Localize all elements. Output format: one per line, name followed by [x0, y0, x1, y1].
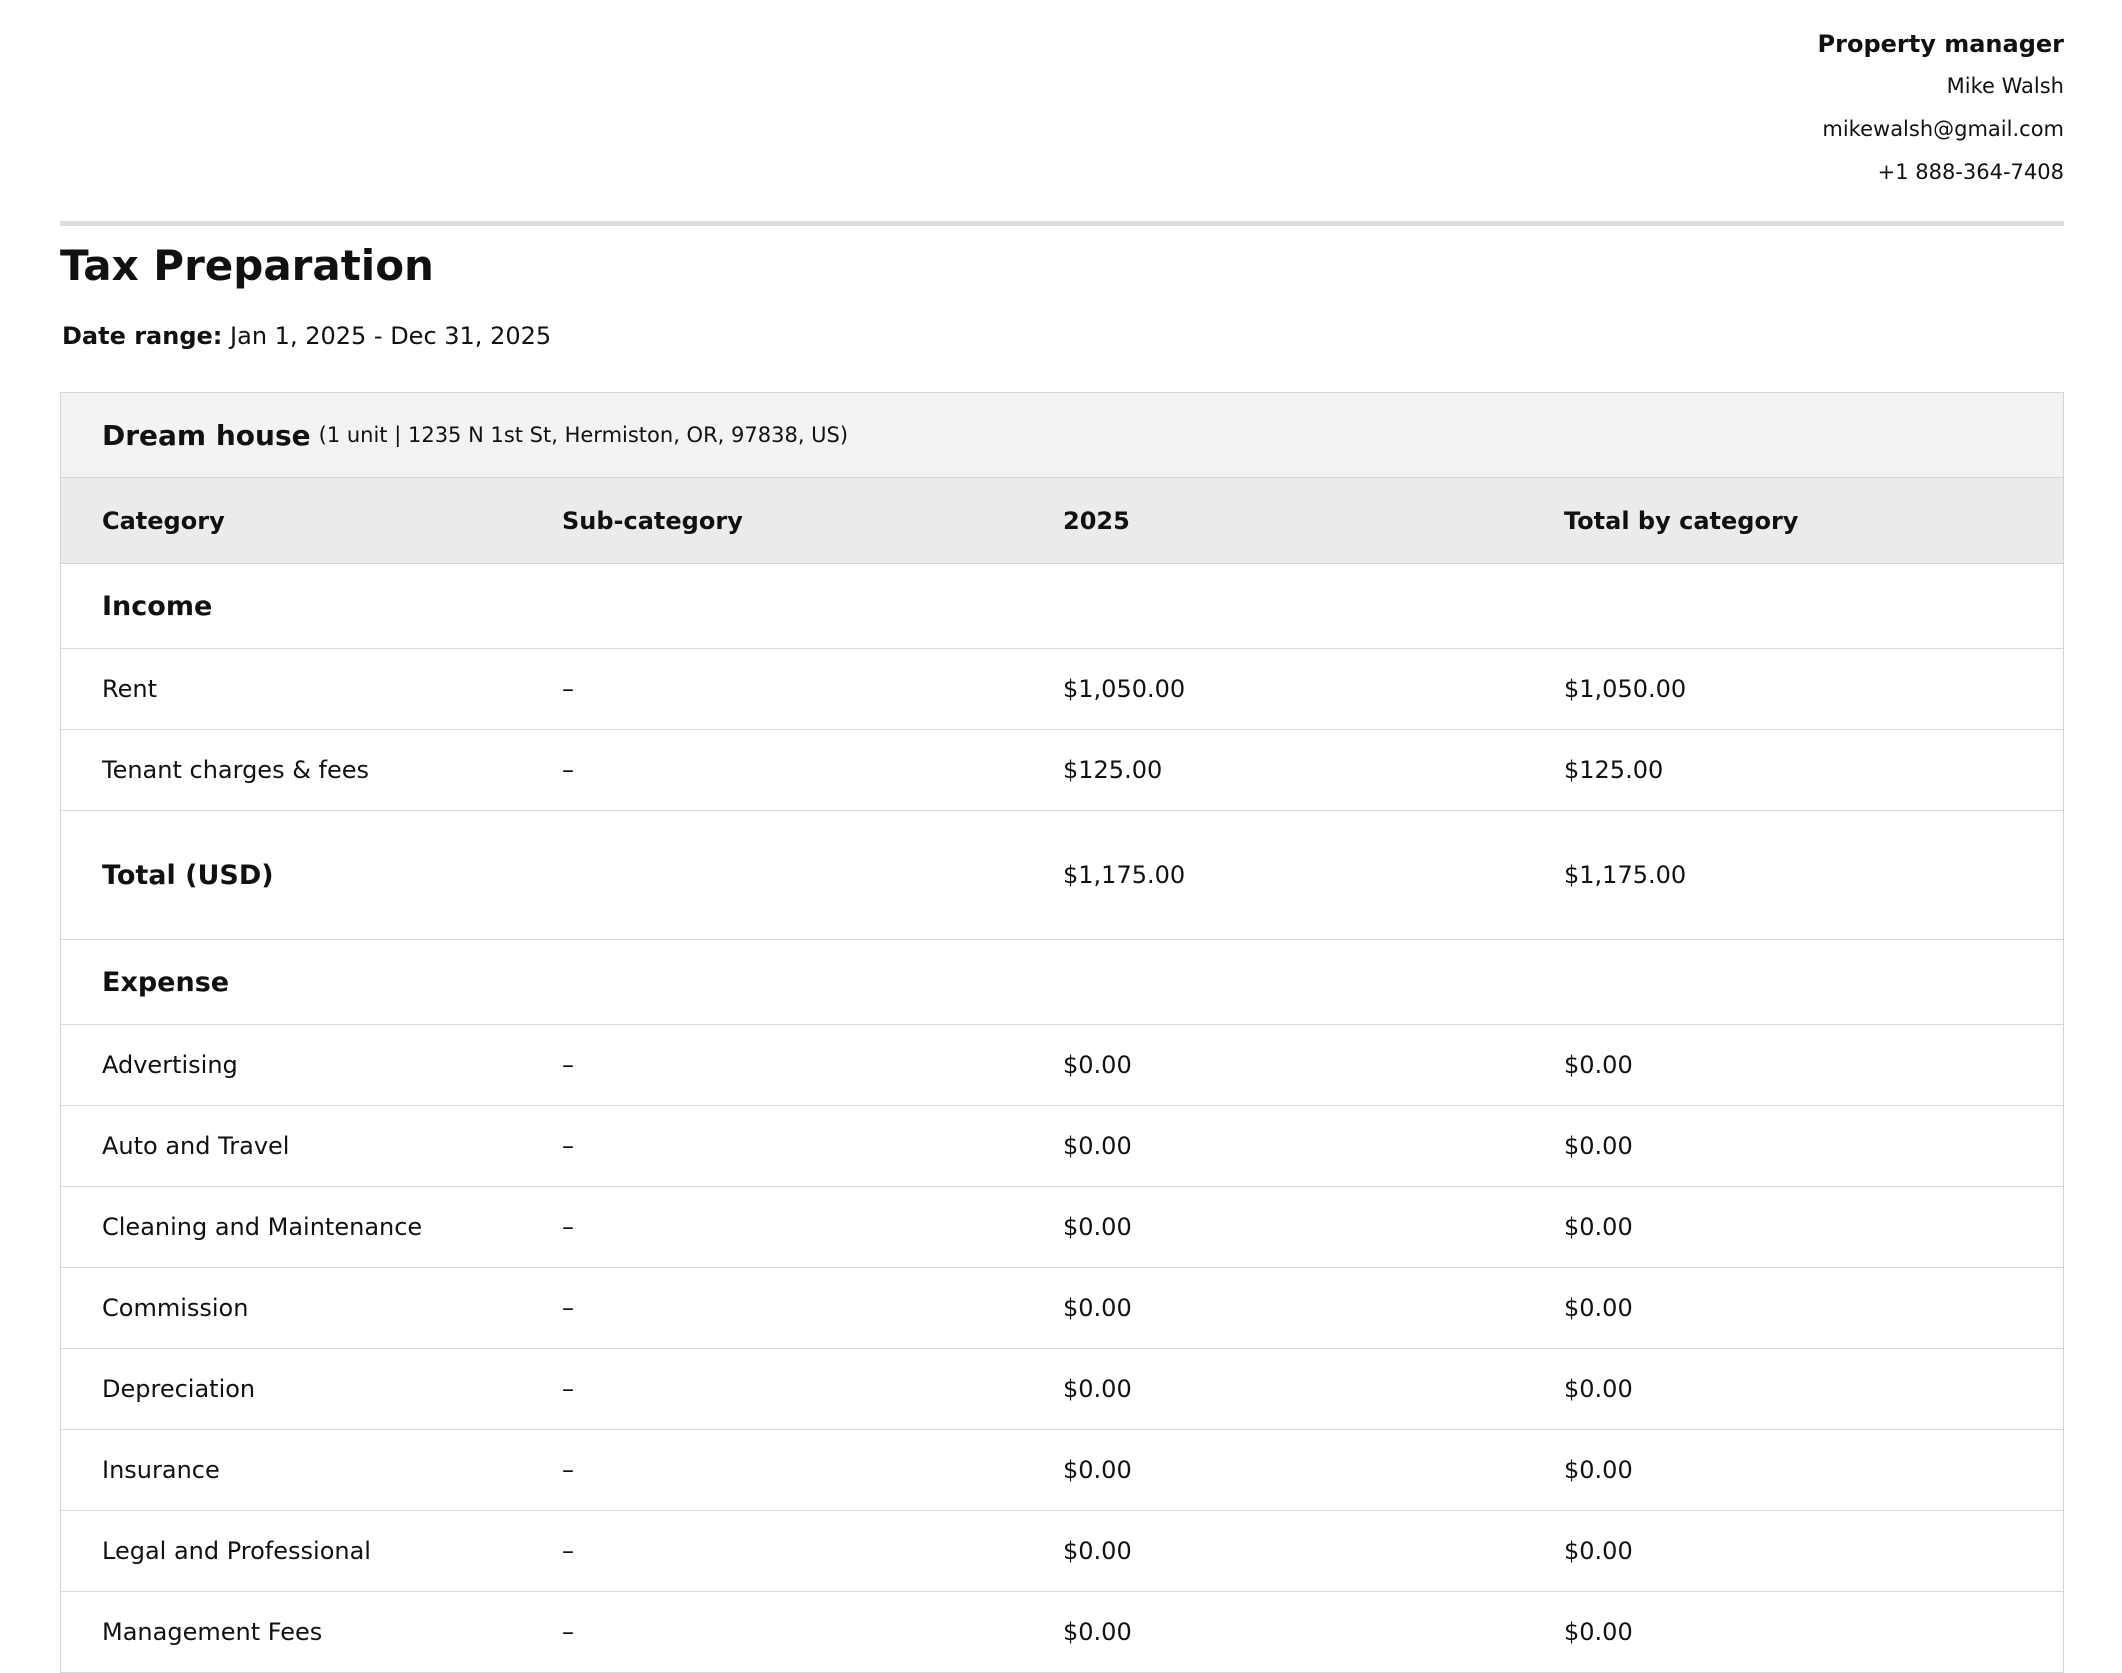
total-year-amount: $1,175.00: [1063, 861, 1186, 889]
cell-category: Insurance: [102, 1456, 220, 1484]
page-title: Tax Preparation: [60, 241, 434, 290]
cell-category: Advertising: [102, 1051, 238, 1079]
cell-total-amount: $0.00: [1564, 1213, 1633, 1241]
cell-total-amount: $1,050.00: [1564, 675, 1687, 703]
cell-sub-category: –: [562, 1132, 574, 1160]
property-details: (1 unit | 1235 N 1st St, Hermiston, OR, …: [318, 423, 849, 447]
table-row: Advertising – $0.00 $0.00: [61, 1025, 2063, 1106]
cell-sub-category: –: [562, 675, 574, 703]
cell-category: Tenant charges & fees: [102, 756, 370, 784]
cell-sub-category: –: [562, 756, 574, 784]
cell-total-amount: $0.00: [1564, 1051, 1633, 1079]
cell-category: Rent: [102, 675, 157, 703]
cell-year-amount: $0.00: [1063, 1213, 1132, 1241]
column-header-category: Category: [102, 506, 225, 535]
column-header-year: 2025: [1063, 506, 1130, 535]
table-header-row: Category Sub-category 2025 Total by cate…: [61, 478, 2063, 564]
cell-year-amount: $0.00: [1063, 1132, 1132, 1160]
table-row: Insurance – $0.00 $0.00: [61, 1430, 2063, 1511]
section-row-income: Income: [61, 564, 2063, 649]
cell-total-amount: $0.00: [1564, 1294, 1633, 1322]
table-row: Legal and Professional – $0.00 $0.00: [61, 1511, 2063, 1592]
date-range: Date range: Jan 1, 2025 - Dec 31, 2025: [62, 318, 551, 354]
cell-sub-category: –: [562, 1294, 574, 1322]
cell-total-amount: $125.00: [1564, 756, 1664, 784]
table-row: Management Fees – $0.00 $0.00: [61, 1592, 2063, 1673]
table-row: Rent – $1,050.00 $1,050.00: [61, 649, 2063, 730]
property-name: Dream house: [102, 418, 311, 452]
cell-sub-category: –: [562, 1537, 574, 1565]
table-row: Cleaning and Maintenance – $0.00 $0.00: [61, 1187, 2063, 1268]
column-header-sub-category: Sub-category: [562, 506, 743, 535]
cell-total-amount: $0.00: [1564, 1537, 1633, 1565]
table-row: Depreciation – $0.00 $0.00: [61, 1349, 2063, 1430]
section-label: Expense: [102, 966, 230, 998]
cell-year-amount: $0.00: [1063, 1537, 1132, 1565]
cell-sub-category: –: [562, 1375, 574, 1403]
total-amount: $1,175.00: [1564, 861, 1687, 889]
cell-total-amount: $0.00: [1564, 1375, 1633, 1403]
table-row: Auto and Travel – $0.00 $0.00: [61, 1106, 2063, 1187]
property-manager-card: Property manager Mike Walsh mikewalsh@gm…: [1818, 28, 2064, 199]
cell-total-amount: $0.00: [1564, 1456, 1633, 1484]
manager-heading: Property manager: [1817, 30, 2064, 58]
cell-year-amount: $125.00: [1063, 756, 1163, 784]
cell-year-amount: $0.00: [1063, 1456, 1132, 1484]
table-row: Tenant charges & fees – $125.00 $125.00: [61, 730, 2063, 811]
date-range-value: Jan 1, 2025 - Dec 31, 2025: [230, 322, 552, 350]
cell-year-amount: $1,050.00: [1063, 675, 1186, 703]
cell-category: Depreciation: [102, 1375, 256, 1403]
property-header: Dream house (1 unit | 1235 N 1st St, Her…: [61, 393, 2063, 478]
cell-category: Auto and Travel: [102, 1132, 290, 1160]
date-range-label: Date range:: [62, 322, 223, 350]
income-total-row: Total (USD) $1,175.00 $1,175.00: [61, 811, 2063, 940]
manager-email[interactable]: mikewalsh@gmail.com: [1818, 113, 2064, 145]
section-label: Income: [102, 590, 213, 622]
table-row: Commission – $0.00 $0.00: [61, 1268, 2063, 1349]
cell-category: Legal and Professional: [102, 1537, 371, 1565]
cell-sub-category: –: [562, 1051, 574, 1079]
cell-sub-category: –: [562, 1213, 574, 1241]
section-row-expense: Expense: [61, 940, 2063, 1025]
manager-phone[interactable]: +1 888-364-7408: [1818, 156, 2064, 188]
cell-category: Cleaning and Maintenance: [102, 1213, 423, 1241]
cell-sub-category: –: [562, 1456, 574, 1484]
total-label: Total (USD): [102, 859, 274, 891]
cell-year-amount: $0.00: [1063, 1051, 1132, 1079]
cell-year-amount: $0.00: [1063, 1375, 1132, 1403]
column-header-total: Total by category: [1564, 506, 1799, 535]
manager-name: Mike Walsh: [1946, 74, 2064, 98]
cell-year-amount: $0.00: [1063, 1294, 1132, 1322]
header-divider: [60, 221, 2064, 226]
cell-total-amount: $0.00: [1564, 1132, 1633, 1160]
cell-category: Commission: [102, 1294, 249, 1322]
tax-report-table: Dream house (1 unit | 1235 N 1st St, Her…: [60, 392, 2064, 1673]
